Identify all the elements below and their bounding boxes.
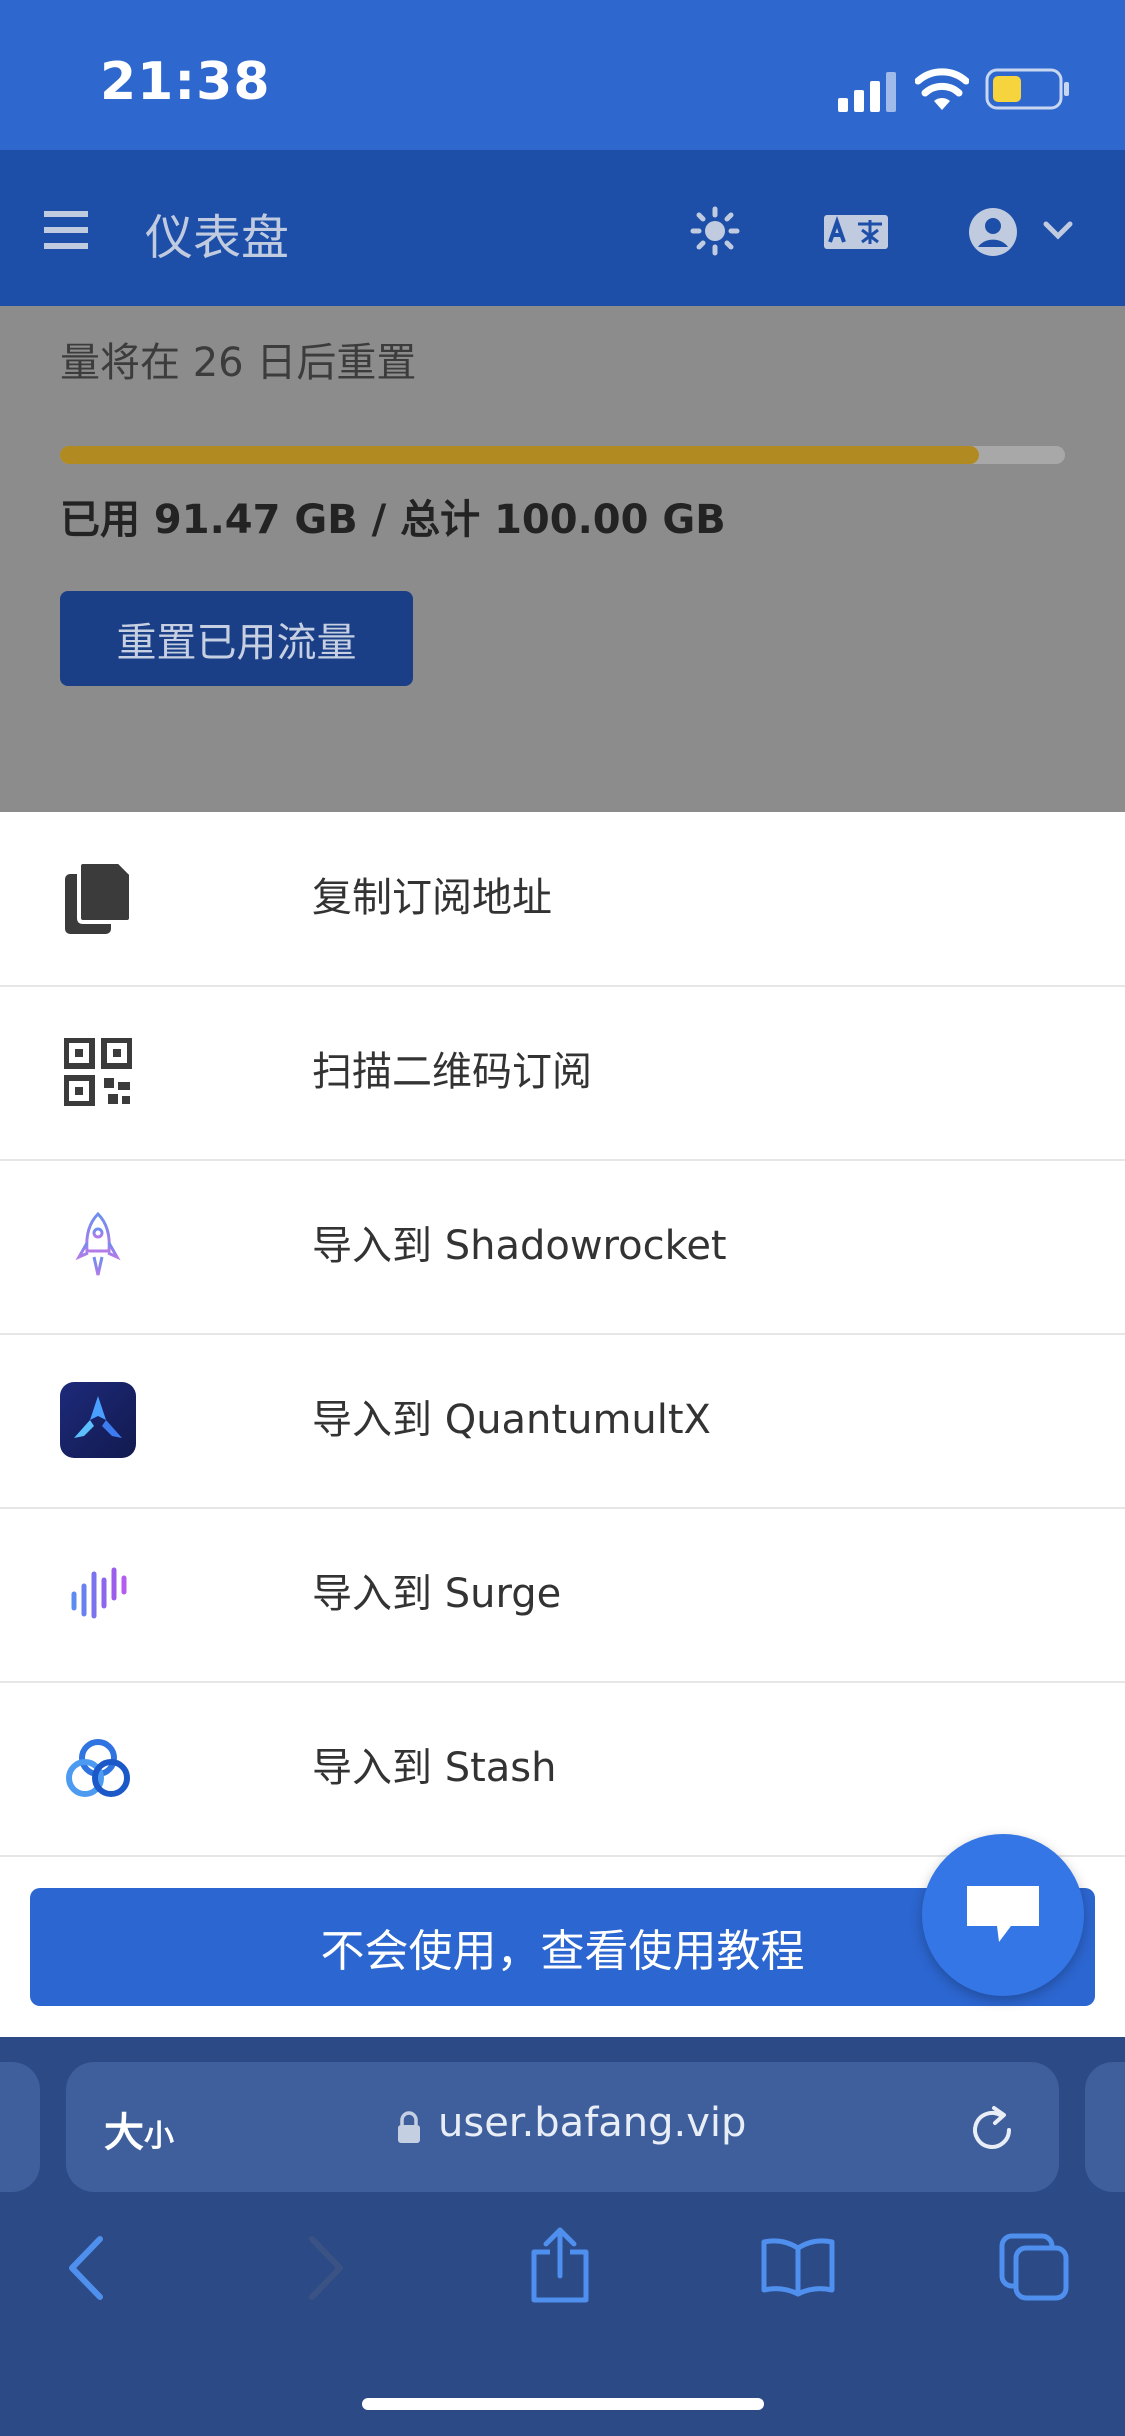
tabs-icon[interactable] — [998, 2232, 1070, 2302]
import-stash-item[interactable]: 导入到 Stash — [0, 1682, 1125, 1857]
stash-icon — [58, 1728, 138, 1808]
traffic-progress-bar — [60, 446, 1065, 464]
qrcode-icon — [58, 1032, 138, 1112]
quantumultx-icon — [58, 1380, 138, 1460]
reset-traffic-button[interactable]: 重置已用流量 — [60, 591, 413, 686]
traffic-usage-text: 已用 91.47 GB / 总计 100.00 GB — [60, 497, 726, 543]
reset-info-text: 量将在 26 日后重置 — [60, 340, 417, 386]
reload-icon[interactable] — [966, 2104, 1018, 2156]
cellular-signal-icon — [838, 72, 896, 112]
language-icon[interactable] — [824, 215, 888, 249]
page-settings-button[interactable]: 大小 — [104, 2100, 174, 2158]
chevron-down-icon[interactable] — [1042, 220, 1074, 242]
menu-item-label: 扫描二维码订阅 — [312, 1049, 592, 1095]
import-shadowrocket-item[interactable]: 导入到 Shadowrocket — [0, 1160, 1125, 1335]
font-size-small-glyph: 小 — [144, 2119, 174, 2154]
scan-qrcode-item[interactable]: 扫描二维码订阅 — [0, 986, 1125, 1161]
menu-item-label: 导入到 Surge — [312, 1571, 562, 1617]
back-icon[interactable] — [66, 2235, 106, 2301]
previous-tab-edge[interactable] — [0, 2062, 40, 2192]
bookmarks-icon[interactable] — [760, 2236, 836, 2298]
copy-icon — [58, 858, 138, 938]
forward-icon[interactable] — [306, 2235, 346, 2301]
battery-icon — [985, 68, 1069, 110]
theme-toggle-icon[interactable] — [690, 206, 740, 256]
font-size-large-glyph: 大 — [104, 2110, 144, 2156]
share-icon[interactable] — [528, 2226, 592, 2304]
traffic-progress-fill — [60, 446, 980, 464]
home-indicator — [362, 2398, 764, 2410]
status-time: 21:38 — [100, 52, 271, 112]
next-tab-edge[interactable] — [1085, 2062, 1125, 2192]
user-avatar-icon[interactable] — [968, 207, 1018, 257]
shadowrocket-icon — [58, 1206, 138, 1286]
lock-icon — [398, 2111, 420, 2143]
import-surge-item[interactable]: 导入到 Surge — [0, 1508, 1125, 1683]
copy-subscription-item[interactable]: 复制订阅地址 — [0, 812, 1125, 987]
surge-icon — [58, 1554, 138, 1634]
url-text: user.bafang.vip — [438, 2100, 747, 2146]
page-title: 仪表盘 — [145, 210, 290, 266]
menu-item-label: 导入到 Stash — [312, 1745, 557, 1791]
menu-icon[interactable] — [44, 211, 88, 249]
wifi-icon — [915, 68, 969, 110]
chat-bubble-icon — [967, 1886, 1039, 1942]
chat-support-button[interactable] — [922, 1834, 1084, 1996]
menu-item-label: 导入到 Shadowrocket — [312, 1223, 727, 1269]
import-quantumultx-item[interactable]: 导入到 QuantumultX — [0, 1334, 1125, 1509]
menu-item-label: 复制订阅地址 — [312, 875, 552, 921]
menu-item-label: 导入到 QuantumultX — [312, 1397, 711, 1443]
